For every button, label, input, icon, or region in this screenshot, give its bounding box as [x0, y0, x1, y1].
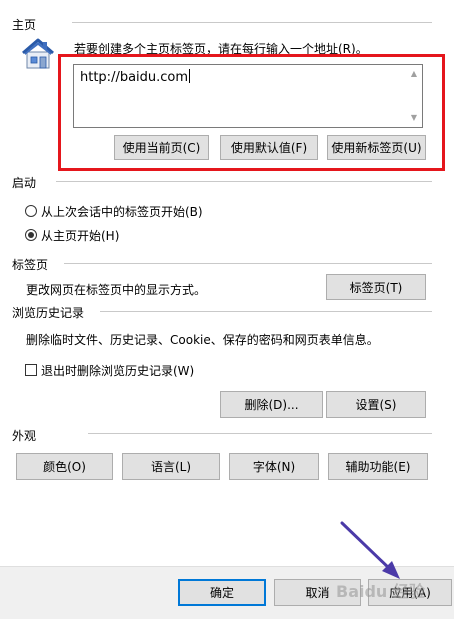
delete-history-button[interactable]: 删除(D)...	[220, 391, 323, 418]
tabs-section-label: 标签页	[12, 258, 49, 272]
house-icon	[20, 36, 56, 72]
accessibility-button[interactable]: 辅助功能(E)	[328, 453, 428, 480]
home-section-divider	[72, 22, 432, 23]
tabs-description: 更改网页在标签页中的显示方式。	[26, 283, 207, 297]
history-section-divider	[100, 311, 432, 312]
radio-last-session[interactable]	[25, 205, 37, 217]
radio-start-home-label[interactable]: 从主页开始(H)	[41, 227, 119, 244]
tabs-settings-button[interactable]: 标签页(T)	[326, 274, 426, 300]
delete-on-exit-label[interactable]: 退出时删除浏览历史记录(W)	[41, 362, 194, 379]
languages-button[interactable]: 语言(L)	[122, 453, 220, 480]
appearance-section-divider	[88, 433, 432, 434]
history-settings-button[interactable]: 设置(S)	[326, 391, 426, 418]
appearance-section-label: 外观	[12, 429, 37, 443]
colors-button[interactable]: 颜色(O)	[16, 453, 113, 480]
startup-section-divider	[56, 181, 432, 182]
radio-start-home[interactable]	[25, 229, 37, 241]
radio-last-session-label[interactable]: 从上次会话中的标签页开始(B)	[41, 203, 203, 220]
home-section-label: 主页	[12, 18, 37, 32]
tabs-section-divider	[64, 263, 432, 264]
delete-on-exit-checkbox[interactable]	[25, 364, 37, 376]
history-description: 删除临时文件、历史记录、Cookie、保存的密码和网页表单信息。	[26, 333, 379, 347]
history-section-label: 浏览历史记录	[12, 306, 85, 320]
fonts-button[interactable]: 字体(N)	[229, 453, 319, 480]
ok-button[interactable]: 确定	[178, 579, 266, 606]
startup-section-label: 启动	[12, 176, 37, 190]
annotation-arrow-icon	[340, 521, 400, 579]
highlight-annotation-box	[58, 54, 445, 171]
